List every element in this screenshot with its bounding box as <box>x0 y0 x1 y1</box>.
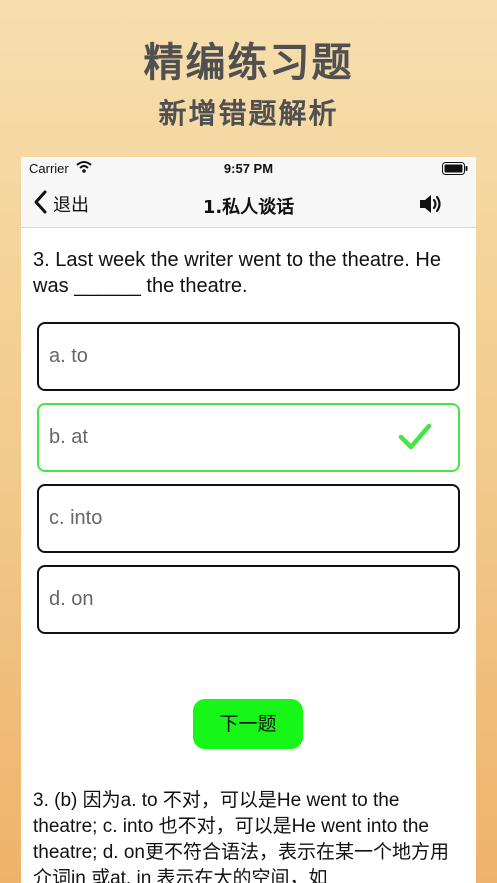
option-d[interactable]: d. on <box>37 565 460 634</box>
battery-icon <box>442 162 468 179</box>
page-title: 1.私人谈话 <box>202 197 295 218</box>
status-bar: Carrier 9:57 PM <box>21 157 476 181</box>
option-label: a. to <box>49 345 88 367</box>
speaker-icon <box>418 195 444 220</box>
speaker-button[interactable] <box>418 192 444 220</box>
option-b[interactable]: b. at <box>37 403 460 472</box>
option-label: d. on <box>49 588 94 610</box>
status-time: 9:57 PM <box>223 161 274 176</box>
option-label: b. at <box>49 426 88 448</box>
option-c[interactable]: c. into <box>37 484 460 553</box>
option-a[interactable]: a. to <box>37 322 460 391</box>
answer-options: a. to b. at c. into d. on <box>37 322 460 646</box>
checkmark-icon <box>398 423 432 455</box>
question-text: 3. Last week the writer went to the thea… <box>33 249 441 297</box>
phone-screen: Carrier 9:57 PM 退出 1.私人谈话 3. Last week t… <box>21 157 476 883</box>
nav-bar: 退出 1.私人谈话 <box>21 181 476 228</box>
promo-title: 精编练习题 <box>143 40 354 86</box>
explanation-text: 3. (b) 因为a. to 不对，可以是He went to the thea… <box>33 790 449 883</box>
promo-subtitle: 新增错题解析 <box>158 97 339 130</box>
next-question-button[interactable]: 下一题 <box>193 699 303 749</box>
option-label: c. into <box>49 507 103 529</box>
